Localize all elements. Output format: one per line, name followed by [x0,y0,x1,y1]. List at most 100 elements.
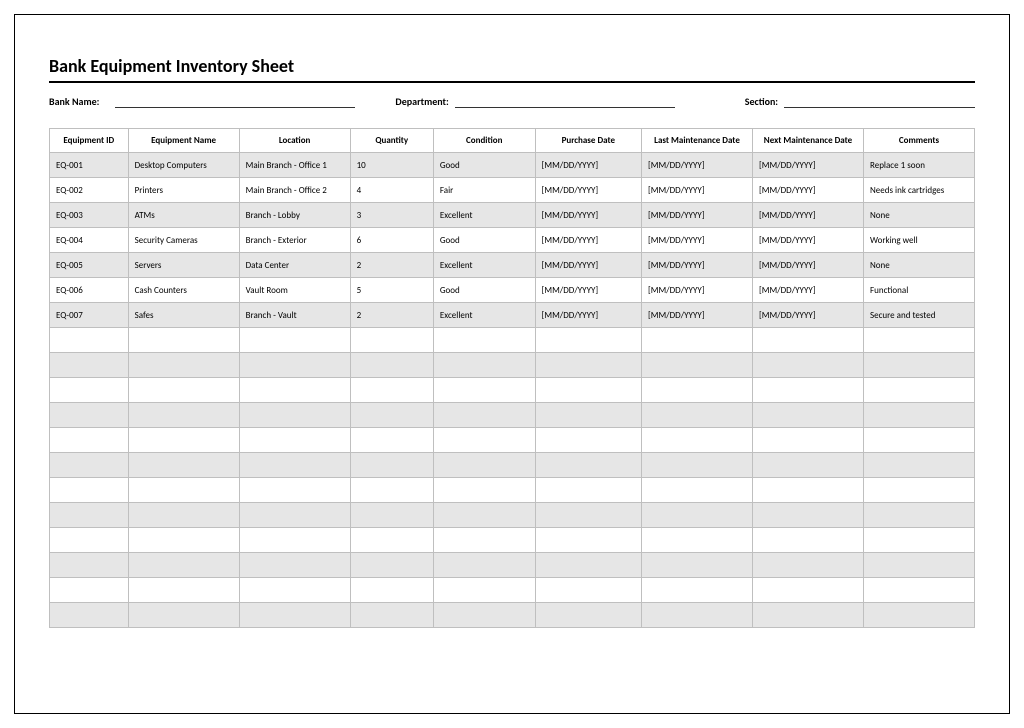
cell-last[interactable]: [MM/DD/YYYY] [642,228,753,253]
cell-purchase[interactable] [535,353,641,378]
cell-next[interactable] [753,528,864,553]
cell-qty[interactable] [350,578,433,603]
cell-next[interactable]: [MM/DD/YYYY] [753,228,864,253]
cell-purchase[interactable] [535,603,641,628]
cell-last[interactable] [642,353,753,378]
cell-condition[interactable] [433,403,535,428]
cell-condition[interactable] [433,528,535,553]
cell-purchase[interactable]: [MM/DD/YYYY] [535,253,641,278]
cell-id[interactable] [50,378,129,403]
cell-comments[interactable] [864,328,975,353]
cell-comments[interactable] [864,378,975,403]
cell-next[interactable] [753,603,864,628]
cell-qty[interactable] [350,403,433,428]
cell-purchase[interactable] [535,478,641,503]
cell-location[interactable] [239,553,350,578]
cell-id[interactable] [50,353,129,378]
cell-purchase[interactable]: [MM/DD/YYYY] [535,303,641,328]
cell-comments[interactable]: Functional [864,278,975,303]
cell-last[interactable]: [MM/DD/YYYY] [642,203,753,228]
cell-name[interactable]: Servers [128,253,239,278]
cell-comments[interactable] [864,603,975,628]
section-field[interactable] [784,97,975,108]
cell-id[interactable]: EQ-003 [50,203,129,228]
cell-name[interactable]: Safes [128,303,239,328]
cell-condition[interactable] [433,353,535,378]
cell-location[interactable] [239,378,350,403]
cell-name[interactable] [128,528,239,553]
cell-name[interactable] [128,453,239,478]
cell-name[interactable]: Desktop Computers [128,153,239,178]
cell-condition[interactable]: Excellent [433,203,535,228]
cell-id[interactable] [50,428,129,453]
cell-last[interactable]: [MM/DD/YYYY] [642,278,753,303]
cell-condition[interactable]: Fair [433,178,535,203]
cell-last[interactable] [642,378,753,403]
cell-last[interactable] [642,578,753,603]
cell-condition[interactable]: Excellent [433,303,535,328]
cell-name[interactable] [128,328,239,353]
cell-next[interactable] [753,453,864,478]
cell-comments[interactable]: Needs ink cartridges [864,178,975,203]
cell-qty[interactable] [350,453,433,478]
cell-comments[interactable]: Working well [864,228,975,253]
cell-id[interactable] [50,453,129,478]
cell-last[interactable]: [MM/DD/YYYY] [642,303,753,328]
cell-qty[interactable]: 6 [350,228,433,253]
cell-last[interactable] [642,478,753,503]
cell-id[interactable]: EQ-007 [50,303,129,328]
cell-location[interactable]: Vault Room [239,278,350,303]
cell-qty[interactable] [350,328,433,353]
cell-purchase[interactable]: [MM/DD/YYYY] [535,178,641,203]
cell-qty[interactable] [350,603,433,628]
cell-qty[interactable] [350,553,433,578]
cell-name[interactable] [128,603,239,628]
cell-id[interactable] [50,328,129,353]
bank-name-field[interactable] [115,97,355,108]
cell-last[interactable] [642,428,753,453]
cell-purchase[interactable] [535,328,641,353]
cell-location[interactable]: Main Branch - Office 2 [239,178,350,203]
cell-comments[interactable]: None [864,203,975,228]
cell-id[interactable] [50,603,129,628]
cell-last[interactable] [642,528,753,553]
cell-qty[interactable] [350,428,433,453]
cell-name[interactable] [128,503,239,528]
cell-condition[interactable]: Good [433,278,535,303]
cell-id[interactable] [50,478,129,503]
cell-last[interactable] [642,328,753,353]
cell-comments[interactable]: Replace 1 soon [864,153,975,178]
cell-qty[interactable]: 5 [350,278,433,303]
cell-location[interactable]: Main Branch - Office 1 [239,153,350,178]
cell-comments[interactable]: Secure and tested [864,303,975,328]
cell-name[interactable]: Security Cameras [128,228,239,253]
cell-location[interactable] [239,428,350,453]
cell-comments[interactable] [864,428,975,453]
cell-purchase[interactable] [535,503,641,528]
cell-last[interactable]: [MM/DD/YYYY] [642,153,753,178]
cell-name[interactable] [128,578,239,603]
cell-condition[interactable] [433,328,535,353]
cell-location[interactable] [239,478,350,503]
cell-condition[interactable] [433,553,535,578]
cell-purchase[interactable] [535,553,641,578]
cell-comments[interactable] [864,453,975,478]
cell-last[interactable]: [MM/DD/YYYY] [642,253,753,278]
cell-last[interactable] [642,503,753,528]
cell-next[interactable] [753,503,864,528]
cell-next[interactable]: [MM/DD/YYYY] [753,278,864,303]
cell-name[interactable] [128,478,239,503]
cell-comments[interactable] [864,553,975,578]
department-field[interactable] [455,97,675,108]
cell-purchase[interactable] [535,578,641,603]
cell-location[interactable] [239,453,350,478]
cell-name[interactable] [128,553,239,578]
cell-last[interactable] [642,403,753,428]
cell-purchase[interactable] [535,528,641,553]
cell-qty[interactable]: 10 [350,153,433,178]
cell-comments[interactable] [864,578,975,603]
cell-comments[interactable] [864,478,975,503]
cell-qty[interactable] [350,378,433,403]
cell-location[interactable] [239,328,350,353]
cell-next[interactable] [753,428,864,453]
